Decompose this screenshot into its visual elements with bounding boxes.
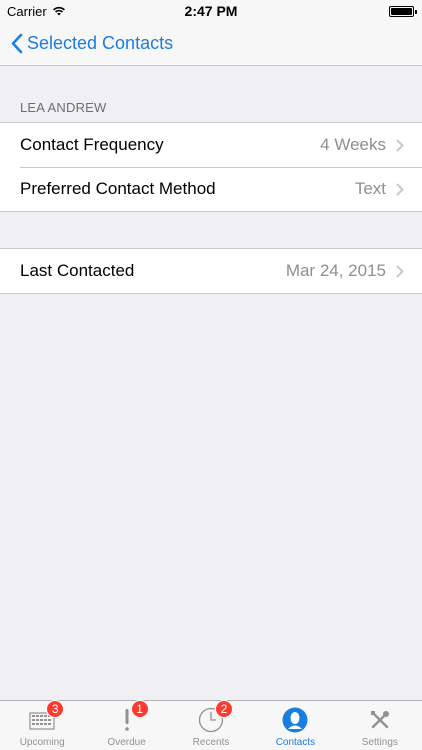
back-button[interactable]: Selected Contacts — [0, 33, 173, 54]
row-label: Contact Frequency — [20, 135, 164, 154]
row-label: Preferred Contact Method — [20, 179, 216, 198]
settings-table: LEA ANDREW Contact Frequency 4 Weeks Pre… — [0, 66, 422, 294]
battery-icon — [389, 5, 417, 17]
last-contacted-row[interactable]: Last Contacted Mar 24, 2015 — [0, 249, 422, 293]
status-left: Carrier — [7, 4, 66, 19]
tab-upcoming[interactable]: 3 Upcoming — [0, 700, 84, 750]
tab-label: Upcoming — [19, 737, 65, 748]
tab-label: Overdue — [107, 737, 146, 748]
tab-label: Contacts — [275, 737, 316, 748]
tab-bar: 3 Upcoming 1 Overdue 2 Recents Contacts … — [0, 700, 422, 750]
chevron-right-icon — [396, 265, 404, 277]
contact-settings-group: Contact Frequency 4 Weeks Preferred Cont… — [0, 122, 422, 212]
chevron-right-icon — [396, 139, 404, 151]
chevron-left-icon — [11, 33, 23, 54]
contact-frequency-row[interactable]: Contact Frequency 4 Weeks — [0, 123, 422, 167]
exclamation-icon — [124, 709, 129, 731]
last-contacted-group: Last Contacted Mar 24, 2015 — [0, 248, 422, 294]
tab-recents[interactable]: 2 Recents — [169, 700, 253, 750]
tab-contacts[interactable]: Contacts — [253, 701, 337, 750]
badge-count: 2 — [215, 700, 234, 718]
row-value: 4 Weeks — [320, 135, 386, 154]
tab-overdue[interactable]: 1 Overdue — [84, 700, 168, 750]
wifi-icon — [52, 6, 65, 16]
contact-silhouette-icon — [282, 707, 308, 733]
status-bar: Carrier 2:47 PM — [0, 0, 422, 22]
row-value: Text — [354, 179, 386, 198]
row-value: Mar 24, 2015 — [285, 261, 386, 280]
back-button-label: Selected Contacts — [27, 33, 174, 53]
navigation-bar: Selected Contacts — [0, 22, 422, 66]
section-header: LEA ANDREW — [20, 100, 107, 115]
tab-settings[interactable]: Settings — [338, 701, 422, 750]
tab-label: Settings — [361, 737, 398, 748]
tab-label: Recents — [192, 737, 230, 748]
row-label: Last Contacted — [20, 261, 135, 280]
preferred-contact-method-row[interactable]: Preferred Contact Method Text — [0, 167, 422, 211]
badge-count: 1 — [130, 700, 149, 718]
carrier-label: Carrier — [7, 3, 47, 19]
tools-icon — [370, 711, 389, 729]
badge-count: 3 — [46, 700, 65, 718]
chevron-right-icon — [396, 183, 404, 195]
